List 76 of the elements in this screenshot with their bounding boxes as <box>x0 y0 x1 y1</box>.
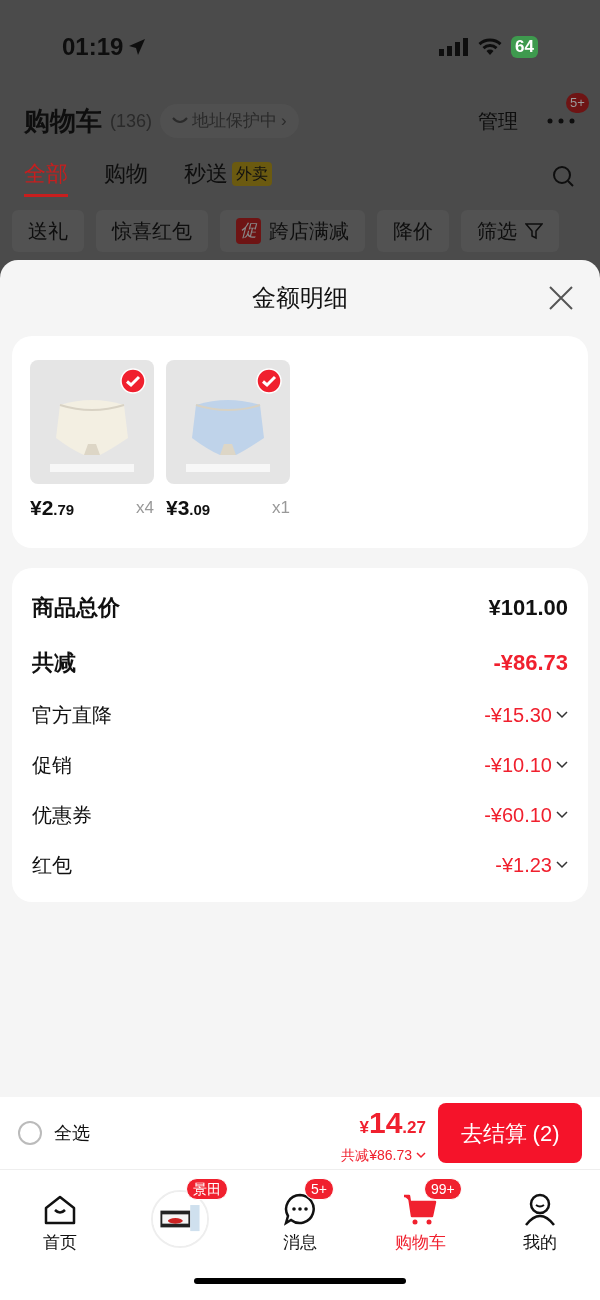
detail-label: 红包 <box>32 852 72 878</box>
tab-label: 秒送 <box>184 160 228 188</box>
detail-label: 共减 <box>32 648 76 677</box>
signal-icon <box>439 37 470 57</box>
chat-icon <box>283 1192 317 1226</box>
page-title: 购物车 <box>24 104 102 138</box>
product-price: ¥2.79 <box>30 495 75 521</box>
filter-chip[interactable]: 降价 <box>377 210 449 252</box>
detail-label: 官方直降 <box>32 702 112 728</box>
nav-item[interactable]: 首页 <box>10 1178 110 1256</box>
product-price: ¥3.09 <box>166 495 211 521</box>
chevron-down-icon[interactable] <box>556 810 568 819</box>
manage-button[interactable]: 管理 <box>478 106 518 136</box>
person-icon <box>523 1192 557 1226</box>
nav-item[interactable]: 景田 <box>130 1178 230 1256</box>
chevron-down-icon[interactable] <box>556 860 568 869</box>
status-time: 01:19 <box>62 32 124 62</box>
smile-icon <box>172 116 189 126</box>
select-all-checkbox[interactable] <box>18 1121 42 1145</box>
product-quantity: x1 <box>272 497 290 519</box>
chevron-icon: › <box>281 108 287 134</box>
close-icon[interactable] <box>548 285 574 311</box>
location-arrow-icon <box>127 37 148 57</box>
nav-item[interactable]: 购物车 99+ <box>370 1178 470 1256</box>
nav-item[interactable]: 我的 <box>490 1178 590 1256</box>
category-tab[interactable]: 购物 <box>104 157 148 197</box>
battery-indicator: 64 <box>511 36 538 58</box>
category-tab[interactable]: 全部 <box>24 157 68 197</box>
tab-tag: 外卖 <box>232 161 272 186</box>
check-icon[interactable] <box>256 368 282 394</box>
search-icon[interactable] <box>552 165 576 189</box>
filter-icon <box>525 222 543 240</box>
tab-label: 购物 <box>104 160 148 188</box>
filter-chip[interactable]: 惊喜红包 <box>96 210 208 252</box>
chip-label: 筛选 <box>477 219 517 244</box>
chevron-down-icon[interactable] <box>556 760 568 769</box>
home-icon <box>43 1194 77 1226</box>
nav-badge: 99+ <box>424 1178 462 1200</box>
nav-label: 消息 <box>283 1232 317 1254</box>
notification-badge: 5+ <box>566 93 589 113</box>
more-icon[interactable] <box>546 117 576 125</box>
cart-icon <box>402 1192 438 1226</box>
sheet-title: 金额明细 <box>252 283 348 313</box>
detail-value: -¥86.73 <box>493 648 568 677</box>
chip-label: 跨店满减 <box>269 219 349 244</box>
total-price: ¥14.27 <box>359 1105 426 1141</box>
checkout-button[interactable]: 去结算 (2) <box>438 1103 582 1163</box>
promo-tag: 促 <box>236 218 261 244</box>
nav-label: 我的 <box>523 1232 557 1254</box>
chip-label: 送礼 <box>28 219 68 244</box>
nav-label: 首页 <box>43 1232 77 1254</box>
filter-chip[interactable]: 送礼 <box>12 210 84 252</box>
nav-badge: 景田 <box>186 1178 228 1200</box>
filter-chip[interactable]: 筛选 <box>461 210 559 252</box>
detail-value: ¥101.00 <box>488 593 568 622</box>
saving-text: 共减¥86.73 <box>341 1146 412 1165</box>
select-all-label: 全选 <box>54 1121 90 1145</box>
chip-label: 降价 <box>393 219 433 244</box>
nav-item[interactable]: 消息 5+ <box>250 1178 350 1256</box>
check-icon[interactable] <box>120 368 146 394</box>
chip-label: 惊喜红包 <box>112 219 192 244</box>
product-quantity: x4 <box>136 497 154 519</box>
detail-label: 促销 <box>32 752 72 778</box>
nav-badge: 5+ <box>304 1178 334 1200</box>
tab-label: 全部 <box>24 160 68 188</box>
nav-label: 购物车 <box>394 1232 446 1254</box>
detail-value: -¥60.10 <box>484 802 552 828</box>
detail-value: -¥15.30 <box>484 702 552 728</box>
category-tab[interactable]: 秒送 外卖 <box>184 157 272 197</box>
detail-label: 优惠券 <box>32 802 92 828</box>
detail-label: 商品总价 <box>32 593 120 622</box>
chevron-down-icon[interactable] <box>556 710 568 719</box>
filter-chip[interactable]: 促 跨店满减 <box>220 210 365 252</box>
detail-value: -¥10.10 <box>484 752 552 778</box>
wifi-icon <box>477 37 504 57</box>
detail-value: -¥1.23 <box>495 852 552 878</box>
